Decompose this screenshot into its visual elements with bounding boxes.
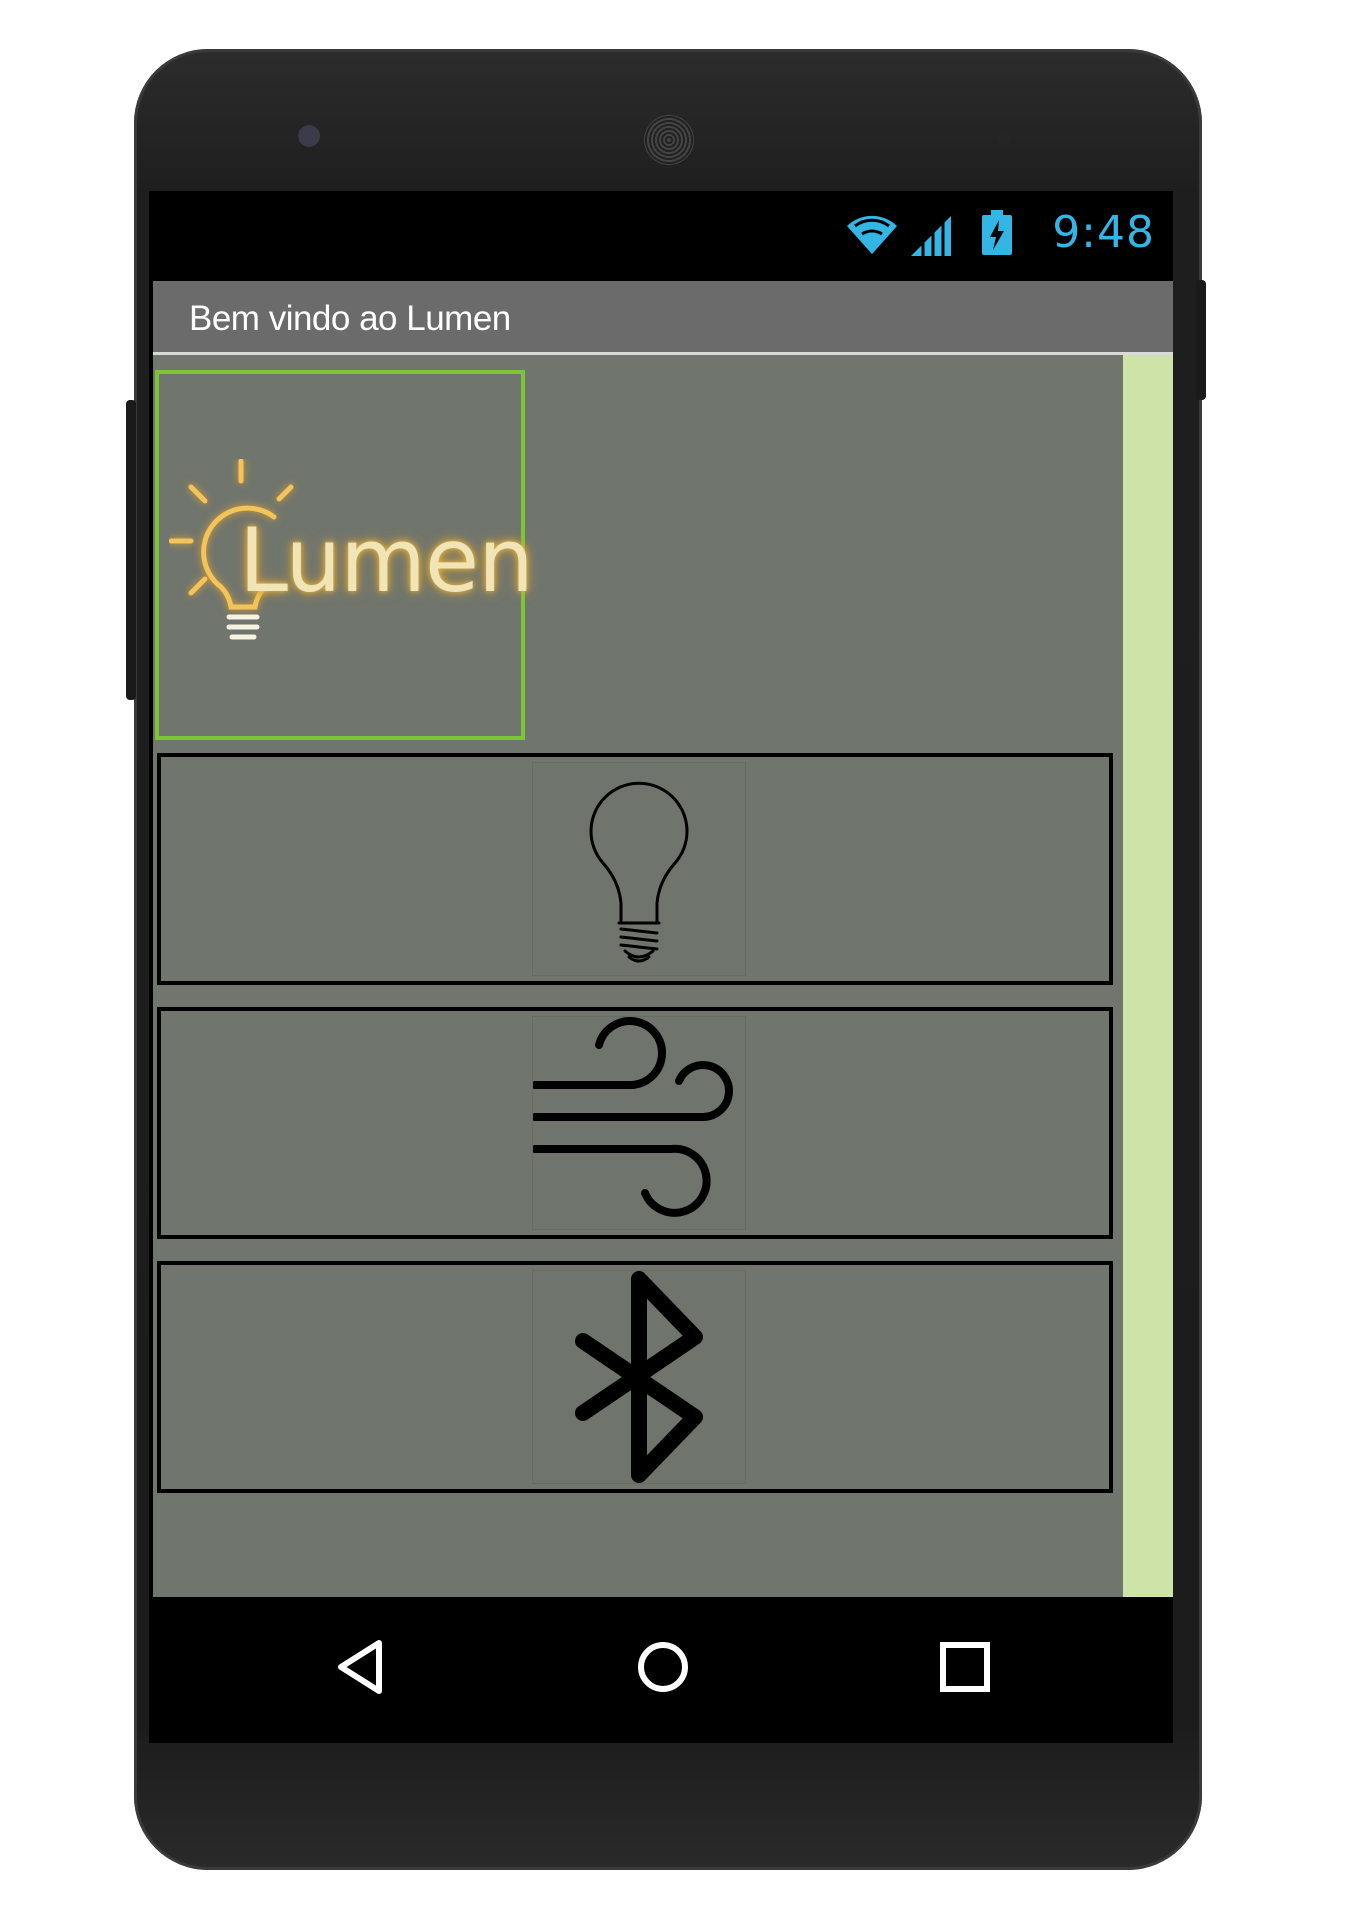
power-button[interactable] [1196,280,1206,400]
proximity-sensor [996,129,1012,145]
bluetooth-button[interactable] [157,1261,1113,1493]
main-content: Lumen [153,355,1173,1597]
cellular-signal-icon [911,216,951,256]
recents-icon[interactable] [925,1627,1005,1707]
home-icon[interactable] [623,1627,703,1707]
lumen-logo: Lumen [155,370,534,740]
battery-charging-icon [982,210,1012,255]
bluetooth-icon [533,1271,745,1483]
navigation-bar [149,1597,1173,1743]
lightbulb-icon [533,763,745,975]
wind-icon [531,1017,745,1229]
app-title: Bem vindo ao Lumen [189,299,511,338]
volume-button[interactable] [126,400,136,700]
earpiece-speaker [644,115,694,165]
wifi-icon [847,215,897,254]
logo-text: Lumen [239,509,534,612]
status-icons [845,210,1013,256]
app-bar: Bem vindo ao Lumen [153,281,1173,355]
back-icon[interactable] [321,1627,401,1707]
scrollbar[interactable] [1123,355,1173,1597]
light-button[interactable] [157,753,1113,985]
phone-screen: 9:48 Bem vindo ao Lumen Lumen [149,191,1173,1743]
status-time: 9:48 [1052,207,1155,258]
fan-button[interactable] [157,1007,1113,1239]
status-bar: 9:48 [149,191,1173,281]
front-camera [298,125,320,147]
